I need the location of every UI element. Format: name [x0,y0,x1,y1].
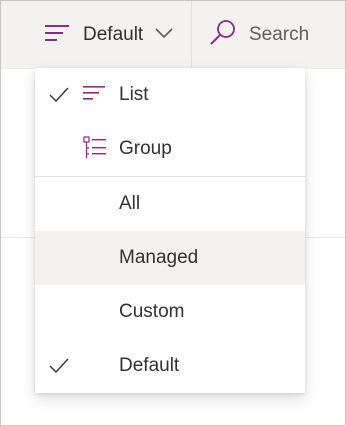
menu-item-label: All [119,193,141,214]
search-label: Search [249,24,310,45]
menu-item-label: List [119,84,149,105]
menu-item-all[interactable]: All [35,177,305,231]
menu-item-group[interactable]: Group [35,122,305,176]
menu-item-default[interactable]: Default [35,339,305,393]
menu-item-label: Group [119,138,172,159]
checkmark-icon [49,85,69,105]
toolbar-divider [191,1,192,69]
checkmark-icon [49,356,69,376]
search-button[interactable]: Search [193,1,343,69]
menu-item-label: Custom [119,301,185,322]
list-lines-icon [83,82,107,106]
menu-item-label: Managed [119,247,199,268]
menu-item-list[interactable]: List [35,68,305,122]
menu-item-label: Default [119,355,180,376]
menu-item-custom[interactable]: Custom [35,285,305,339]
view-selector-label: Default [83,24,144,45]
command-bar: Default Search [1,1,345,69]
view-selector-button[interactable]: Default [29,1,191,69]
search-icon [209,19,237,52]
chevron-down-icon [155,26,173,44]
menu-item-managed[interactable]: Managed [35,231,305,285]
view-dropdown-menu: List Group All Managed Custom Default [35,68,305,393]
view-lines-icon [45,23,71,48]
app-frame: Default Search List Group All Managed Cu… [0,0,346,426]
group-list-icon [83,136,107,160]
